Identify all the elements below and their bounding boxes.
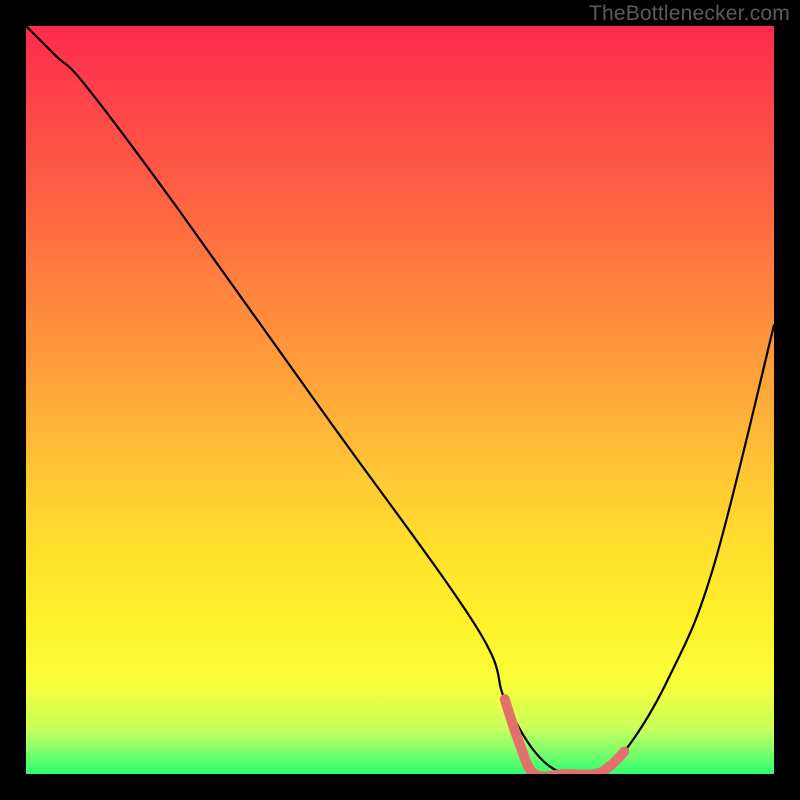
watermark-text: TheBottlenecker.com (589, 2, 790, 26)
chart-frame: TheBottlenecker.com (0, 0, 800, 800)
chart-svg (26, 26, 774, 774)
frame-border-left (0, 0, 26, 800)
flat-highlight-path (505, 699, 625, 776)
bottleneck-curve-path (26, 26, 774, 777)
frame-border-bottom (0, 774, 800, 800)
chart-plot-area (26, 26, 774, 774)
frame-border-right (774, 0, 800, 800)
